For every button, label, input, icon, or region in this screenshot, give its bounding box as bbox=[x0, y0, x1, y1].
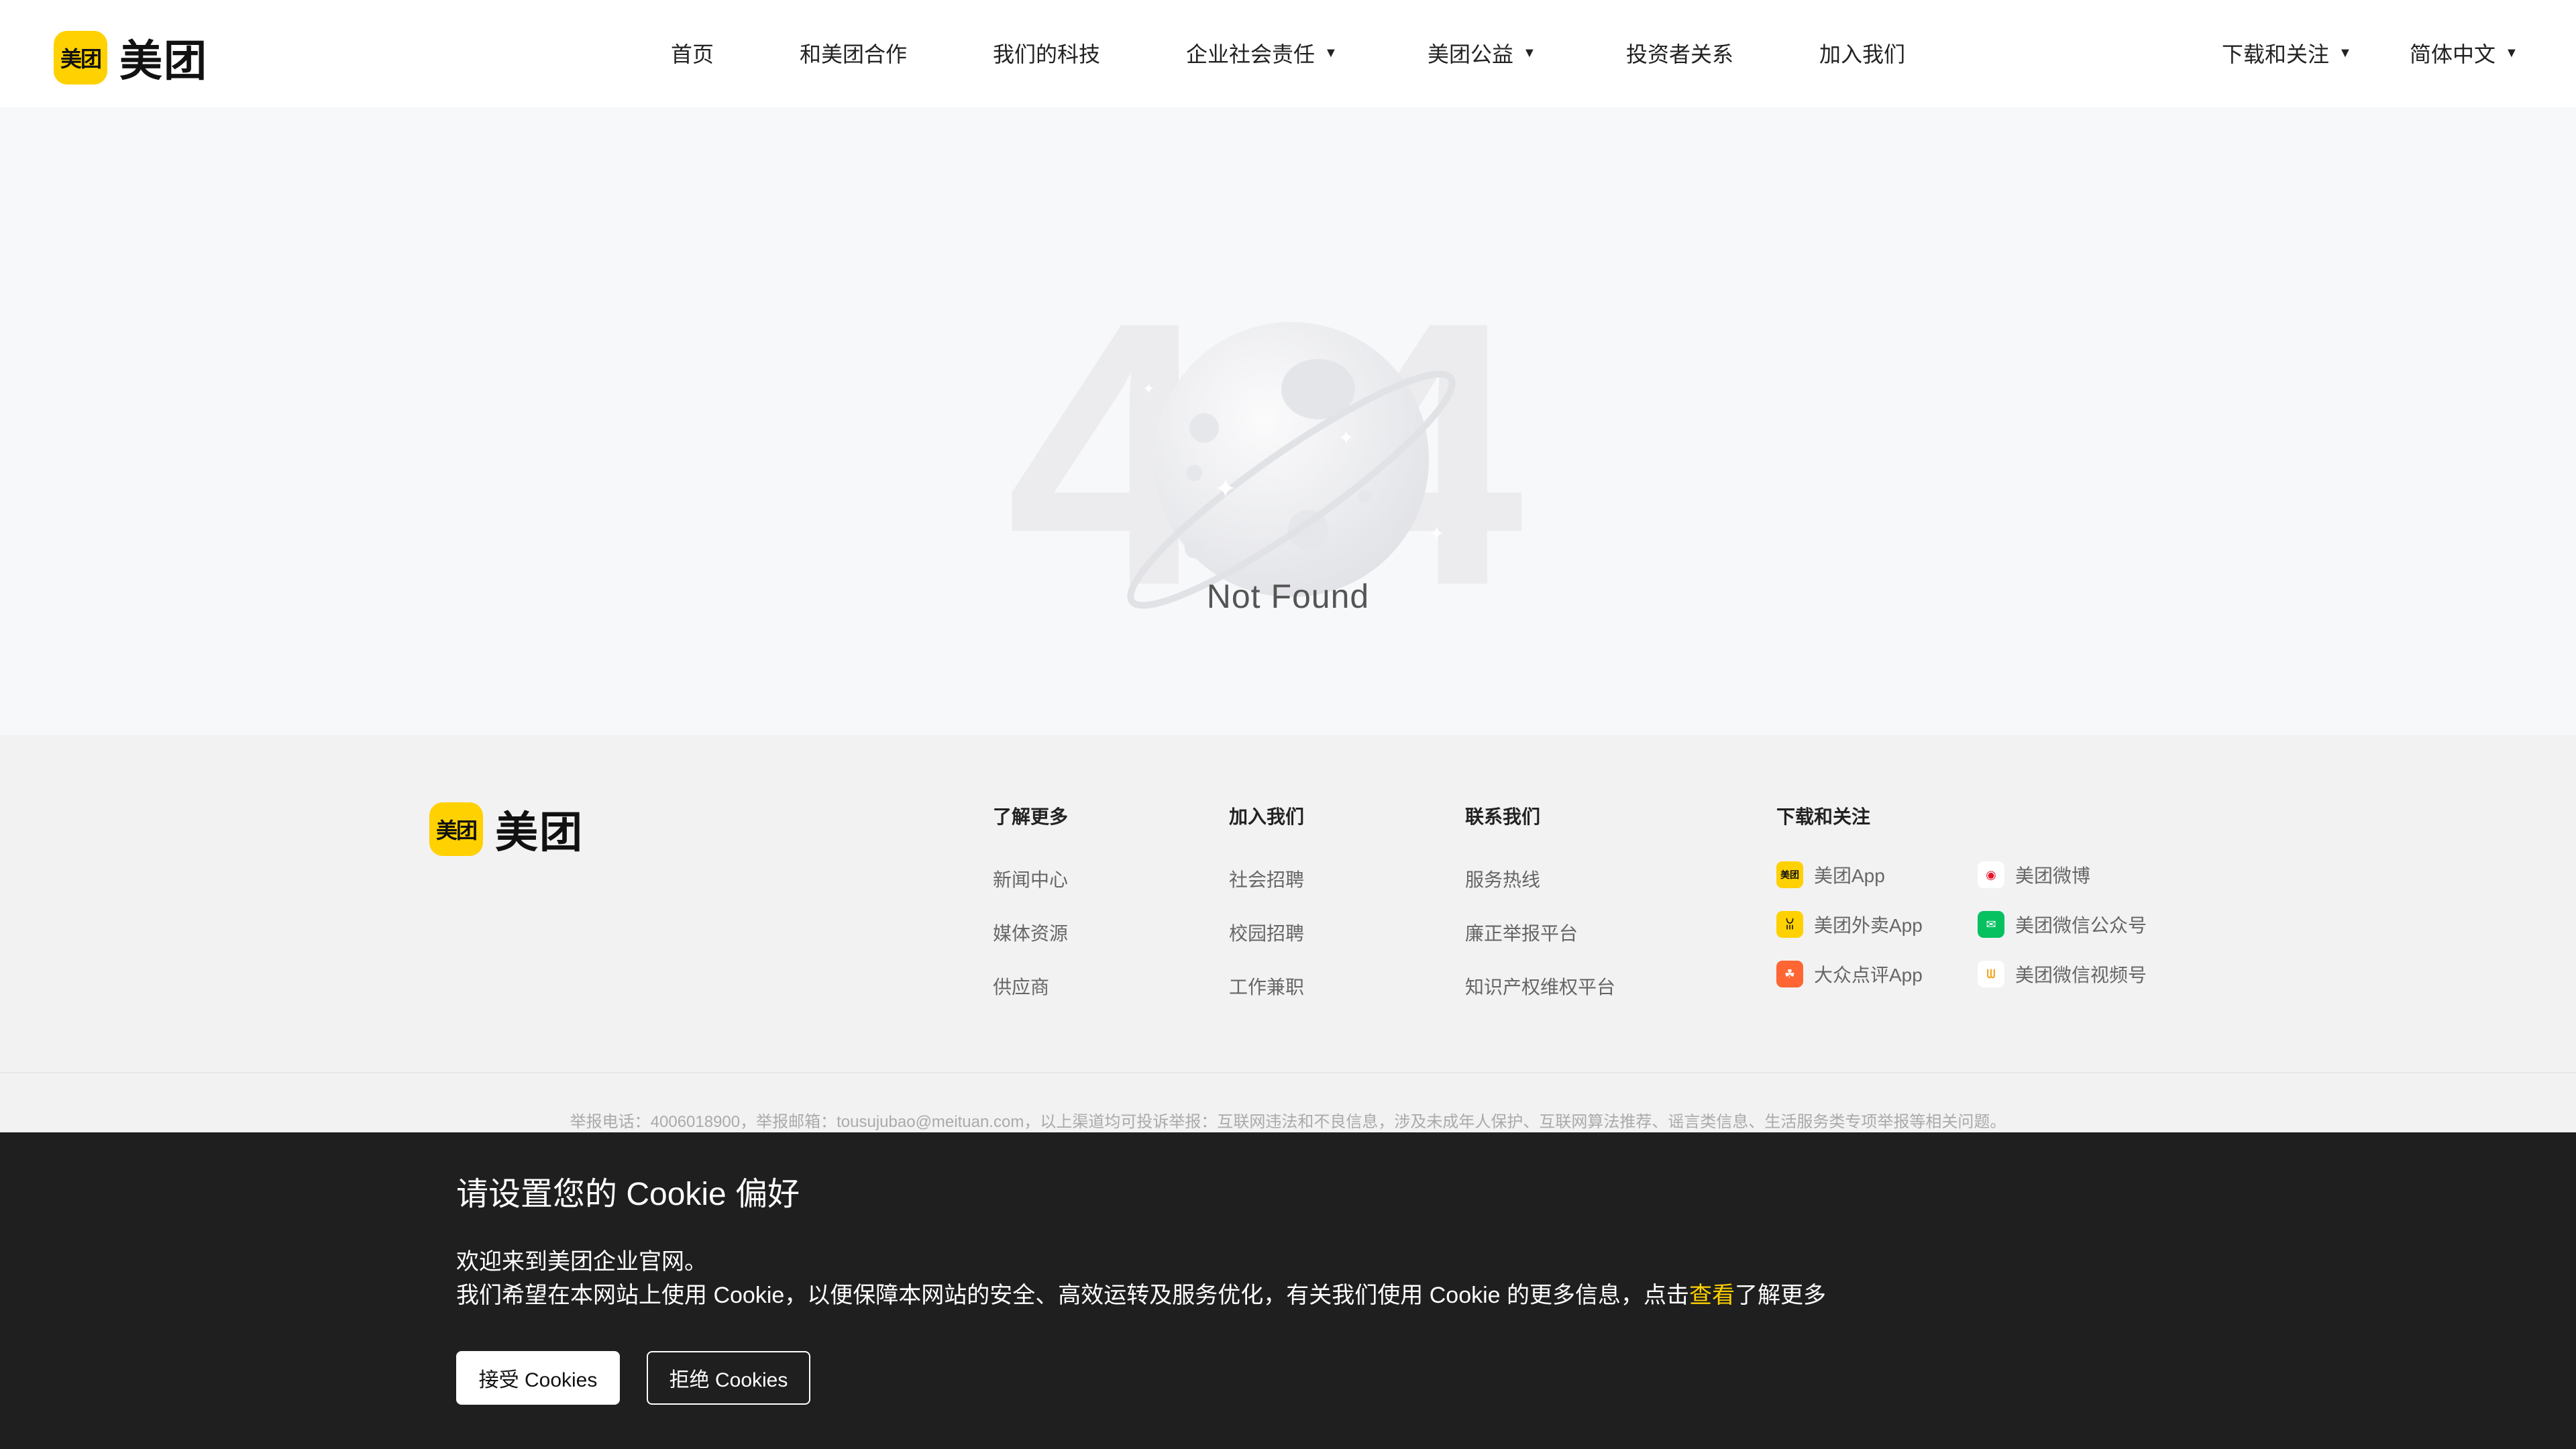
waimai-app-icon: ꈍ bbox=[1776, 911, 1803, 938]
cookie-welcome: 欢迎来到美团企业官网。 bbox=[456, 1249, 707, 1275]
nav-charity-label: 美团公益 bbox=[1428, 42, 1514, 66]
social-wechat-official[interactable]: ✉ 美团微信公众号 bbox=[1978, 911, 2179, 938]
nav-technology-label: 我们的科技 bbox=[993, 42, 1101, 66]
social-label: 美团微博 bbox=[2015, 865, 2091, 886]
social-label: 大众点评App bbox=[1814, 965, 1923, 985]
social-links: 美团 美团App ◉ 美团微博 ꈍ 美团外卖App ✉ 美团微信公众号 ☘ 大众… bbox=[1776, 861, 2179, 987]
wechat-channels-icon: ᗯ bbox=[1978, 961, 2004, 987]
cookie-description: 欢迎来到美团企业官网。 我们希望在本网站上使用 Cookie，以便保障本网站的安… bbox=[456, 1245, 1826, 1312]
404-illustration: 4 4 ✦ ✦ ✦ ✦ bbox=[1006, 244, 1526, 610]
nav-csr-label: 企业社会责任 bbox=[1186, 42, 1316, 66]
footer-link-media[interactable]: 媒体资源 bbox=[993, 919, 1068, 946]
nav-investors[interactable]: 投资者关系 bbox=[1626, 38, 1733, 68]
logo-wordmark: 美团 bbox=[495, 808, 584, 857]
footer-link-suppliers[interactable]: 供应商 bbox=[993, 973, 1068, 1000]
svg-text:✦: ✦ bbox=[1142, 381, 1155, 398]
social-dianping-app[interactable]: ☘ 大众点评App bbox=[1776, 961, 1978, 987]
chevron-down-icon: ▼ bbox=[2505, 45, 2518, 60]
weibo-icon: ◉ bbox=[1978, 861, 2004, 888]
error-message: Not Found bbox=[1206, 578, 1370, 615]
wechat-icon: ✉ bbox=[1978, 911, 2004, 938]
chevron-down-icon: ▼ bbox=[1324, 45, 1338, 60]
svg-text:✦: ✦ bbox=[1429, 523, 1444, 545]
nav-join-label: 加入我们 bbox=[1819, 42, 1906, 66]
svg-text:✦: ✦ bbox=[1338, 427, 1354, 449]
nav-charity[interactable]: 美团公益 ▼ bbox=[1428, 38, 1536, 68]
accept-cookies-button[interactable]: 接受 Cookies bbox=[456, 1351, 620, 1405]
nav-partner[interactable]: 和美团合作 bbox=[800, 38, 907, 68]
social-meituan-app[interactable]: 美团 美团App bbox=[1776, 861, 1978, 888]
footer-link-part-time[interactable]: 工作兼职 bbox=[1229, 973, 1304, 1000]
cookie-view-link[interactable]: 查看 bbox=[1689, 1283, 1735, 1308]
social-label: 美团微信公众号 bbox=[2015, 915, 2147, 936]
nav-investors-label: 投资者关系 bbox=[1626, 42, 1734, 66]
social-label: 美团外卖App bbox=[1814, 915, 1923, 936]
footer-col-title: 下载和关注 bbox=[1776, 806, 1871, 827]
nav-download-label: 下载和关注 bbox=[2222, 42, 2330, 66]
language-selector[interactable]: 简体中文 ▼ bbox=[2410, 38, 2518, 68]
footer-col-title: 加入我们 bbox=[1229, 806, 1305, 827]
social-waimai-app[interactable]: ꈍ 美团外卖App bbox=[1776, 911, 1978, 938]
main-nav: 首页 和美团合作 我们的科技 企业社会责任 ▼ 美团公益 ▼ 投资者关系 加入我们 … bbox=[0, 0, 2576, 107]
footer-link-hotline[interactable]: 服务热线 bbox=[1465, 865, 1615, 892]
footer-link-integrity-report[interactable]: 廉正举报平台 bbox=[1465, 919, 1615, 946]
social-weibo[interactable]: ◉ 美团微博 bbox=[1978, 861, 2179, 888]
footer-col-contact: 联系我们 服务热线 廉正举报平台 知识产权维权平台 bbox=[1465, 802, 1615, 1026]
report-notice: 举报电话：4006018900，举报邮箱：tousujubao@meituan.… bbox=[570, 1113, 2006, 1131]
footer-link-campus-recruit[interactable]: 校园招聘 bbox=[1229, 919, 1304, 946]
error-section: 4 4 ✦ ✦ ✦ ✦ Not Found bbox=[0, 107, 2576, 735]
social-label: 美团App bbox=[1814, 865, 1885, 886]
dianping-app-icon: ☘ bbox=[1776, 961, 1803, 987]
footer-link-ip-protection[interactable]: 知识产权维权平台 bbox=[1465, 973, 1615, 1000]
svg-text:✦: ✦ bbox=[1214, 474, 1237, 504]
nav-technology[interactable]: 我们的科技 bbox=[993, 38, 1100, 68]
footer-col-title: 了解更多 bbox=[993, 806, 1069, 827]
nav-home-label: 首页 bbox=[671, 42, 714, 66]
cookie-text-before: 我们希望在本网站上使用 Cookie，以便保障本网站的安全、高效运转及服务优化，… bbox=[456, 1283, 1690, 1308]
chevron-down-icon: ▼ bbox=[1523, 45, 1536, 60]
site-header: 美团 美团 首页 和美团合作 我们的科技 企业社会责任 ▼ 美团公益 ▼ 投资者关系… bbox=[0, 0, 2576, 107]
nav-partner-label: 和美团合作 bbox=[800, 42, 908, 66]
footer-col-follow: 下载和关注 bbox=[1776, 802, 1870, 865]
nav-join[interactable]: 加入我们 bbox=[1819, 38, 1905, 68]
cookie-title: 请设置您的 Cookie 偏好 bbox=[456, 1177, 800, 1212]
footer-divider bbox=[0, 1072, 2576, 1073]
footer-link-social-recruit[interactable]: 社会招聘 bbox=[1229, 865, 1304, 892]
meituan-app-icon: 美团 bbox=[1776, 861, 1803, 888]
logo-mark: 美团 bbox=[429, 802, 483, 856]
cookie-banner: 请设置您的 Cookie 偏好 欢迎来到美团企业官网。 我们希望在本网站上使用 … bbox=[0, 1132, 2576, 1449]
footer-logo[interactable]: 美团 美团 bbox=[429, 798, 584, 860]
cookie-policy-text: 我们希望在本网站上使用 Cookie，以便保障本网站的安全、高效运转及服务优化，… bbox=[456, 1279, 1826, 1312]
footer-col-learn-more: 了解更多 新闻中心 媒体资源 供应商 bbox=[993, 802, 1068, 1026]
footer-col-join: 加入我们 社会招聘 校园招聘 工作兼职 bbox=[1229, 802, 1304, 1026]
footer-col-title: 联系我们 bbox=[1465, 806, 1541, 827]
nav-home[interactable]: 首页 bbox=[671, 38, 714, 68]
cookie-text-after: 了解更多 bbox=[1735, 1283, 1827, 1308]
reject-cookies-button[interactable]: 拒绝 Cookies bbox=[647, 1351, 810, 1405]
nav-download-follow[interactable]: 下载和关注 ▼ bbox=[2222, 38, 2352, 68]
social-label: 美团微信视频号 bbox=[2015, 965, 2147, 985]
nav-csr[interactable]: 企业社会责任 ▼ bbox=[1186, 38, 1338, 68]
chevron-down-icon: ▼ bbox=[2339, 45, 2352, 60]
social-wechat-channels[interactable]: ᗯ 美团微信视频号 bbox=[1978, 961, 2179, 987]
footer-link-news[interactable]: 新闻中心 bbox=[993, 865, 1068, 892]
language-label: 简体中文 bbox=[2410, 42, 2496, 66]
